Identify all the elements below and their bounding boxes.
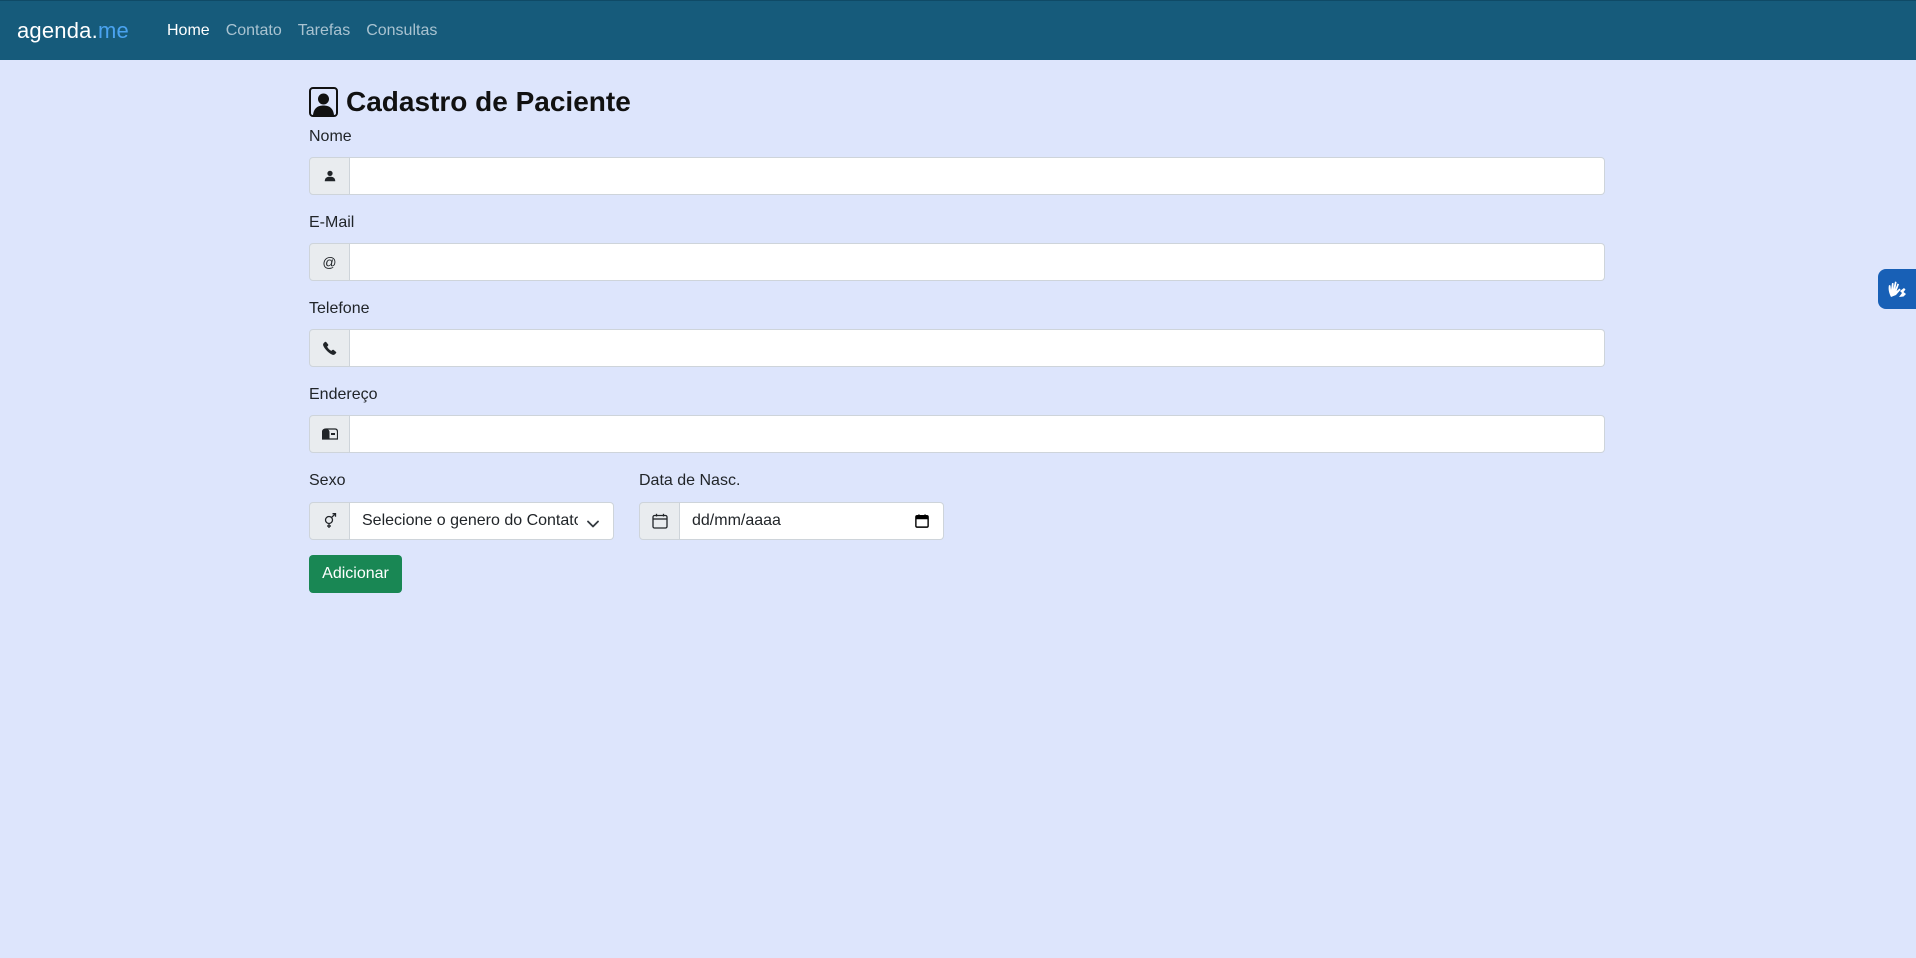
nav-link-consultas[interactable]: Consultas	[366, 22, 437, 40]
calendar-icon	[639, 502, 680, 540]
add-button[interactable]: Adicionar	[309, 555, 402, 593]
email-label: E-Mail	[309, 214, 355, 231]
person-icon	[309, 157, 350, 195]
nome-input[interactable]	[350, 157, 1605, 195]
brand-logo[interactable]: agenda.me	[17, 18, 129, 44]
email-input-group: @	[309, 243, 1605, 281]
nav-links: Home Contato Tarefas Consultas	[167, 22, 453, 40]
brand-prefix: agenda.	[17, 18, 98, 43]
date-picker-icon[interactable]	[915, 514, 929, 533]
nav-link-contato[interactable]: Contato	[226, 22, 282, 40]
sexo-select[interactable]: Selecione o genero do Contato	[350, 502, 614, 540]
navbar: agenda.me Home Contato Tarefas Consultas	[0, 0, 1916, 60]
telefone-input-group	[309, 329, 1605, 367]
email-input[interactable]	[350, 243, 1605, 281]
nome-input-group	[309, 157, 1605, 195]
telefone-label: Telefone	[309, 300, 370, 317]
at-sign-addon: @	[309, 243, 350, 281]
nasc-input-group: dd/mm/aaaa	[639, 502, 944, 540]
endereco-input-group	[309, 415, 1605, 453]
endereco-label: Endereço	[309, 386, 378, 403]
sign-language-icon[interactable]	[1878, 269, 1916, 309]
sexo-select-value: Selecione o genero do Contato	[362, 512, 578, 529]
page-title-text: Cadastro de Paciente	[346, 86, 631, 117]
gender-icon	[309, 502, 350, 540]
sexo-label: Sexo	[309, 472, 346, 489]
nav-link-tarefas[interactable]: Tarefas	[298, 22, 350, 40]
phone-icon	[309, 329, 350, 367]
sexo-input-group: Selecione o genero do Contato	[309, 502, 614, 540]
nome-label: Nome	[309, 128, 352, 145]
chevron-down-icon	[587, 516, 599, 534]
endereco-input[interactable]	[350, 415, 1605, 453]
person-badge-icon	[309, 87, 338, 117]
nav-link-home[interactable]: Home	[167, 22, 210, 40]
page-title: Cadastro de Paciente	[309, 84, 631, 120]
nasc-label: Data de Nasc.	[639, 472, 741, 489]
nasc-date-placeholder: dd/mm/aaaa	[692, 512, 781, 529]
mailbox-icon	[309, 415, 350, 453]
telefone-input[interactable]	[350, 329, 1605, 367]
brand-suffix: me	[97, 18, 129, 43]
nasc-date-input[interactable]: dd/mm/aaaa	[680, 502, 944, 540]
